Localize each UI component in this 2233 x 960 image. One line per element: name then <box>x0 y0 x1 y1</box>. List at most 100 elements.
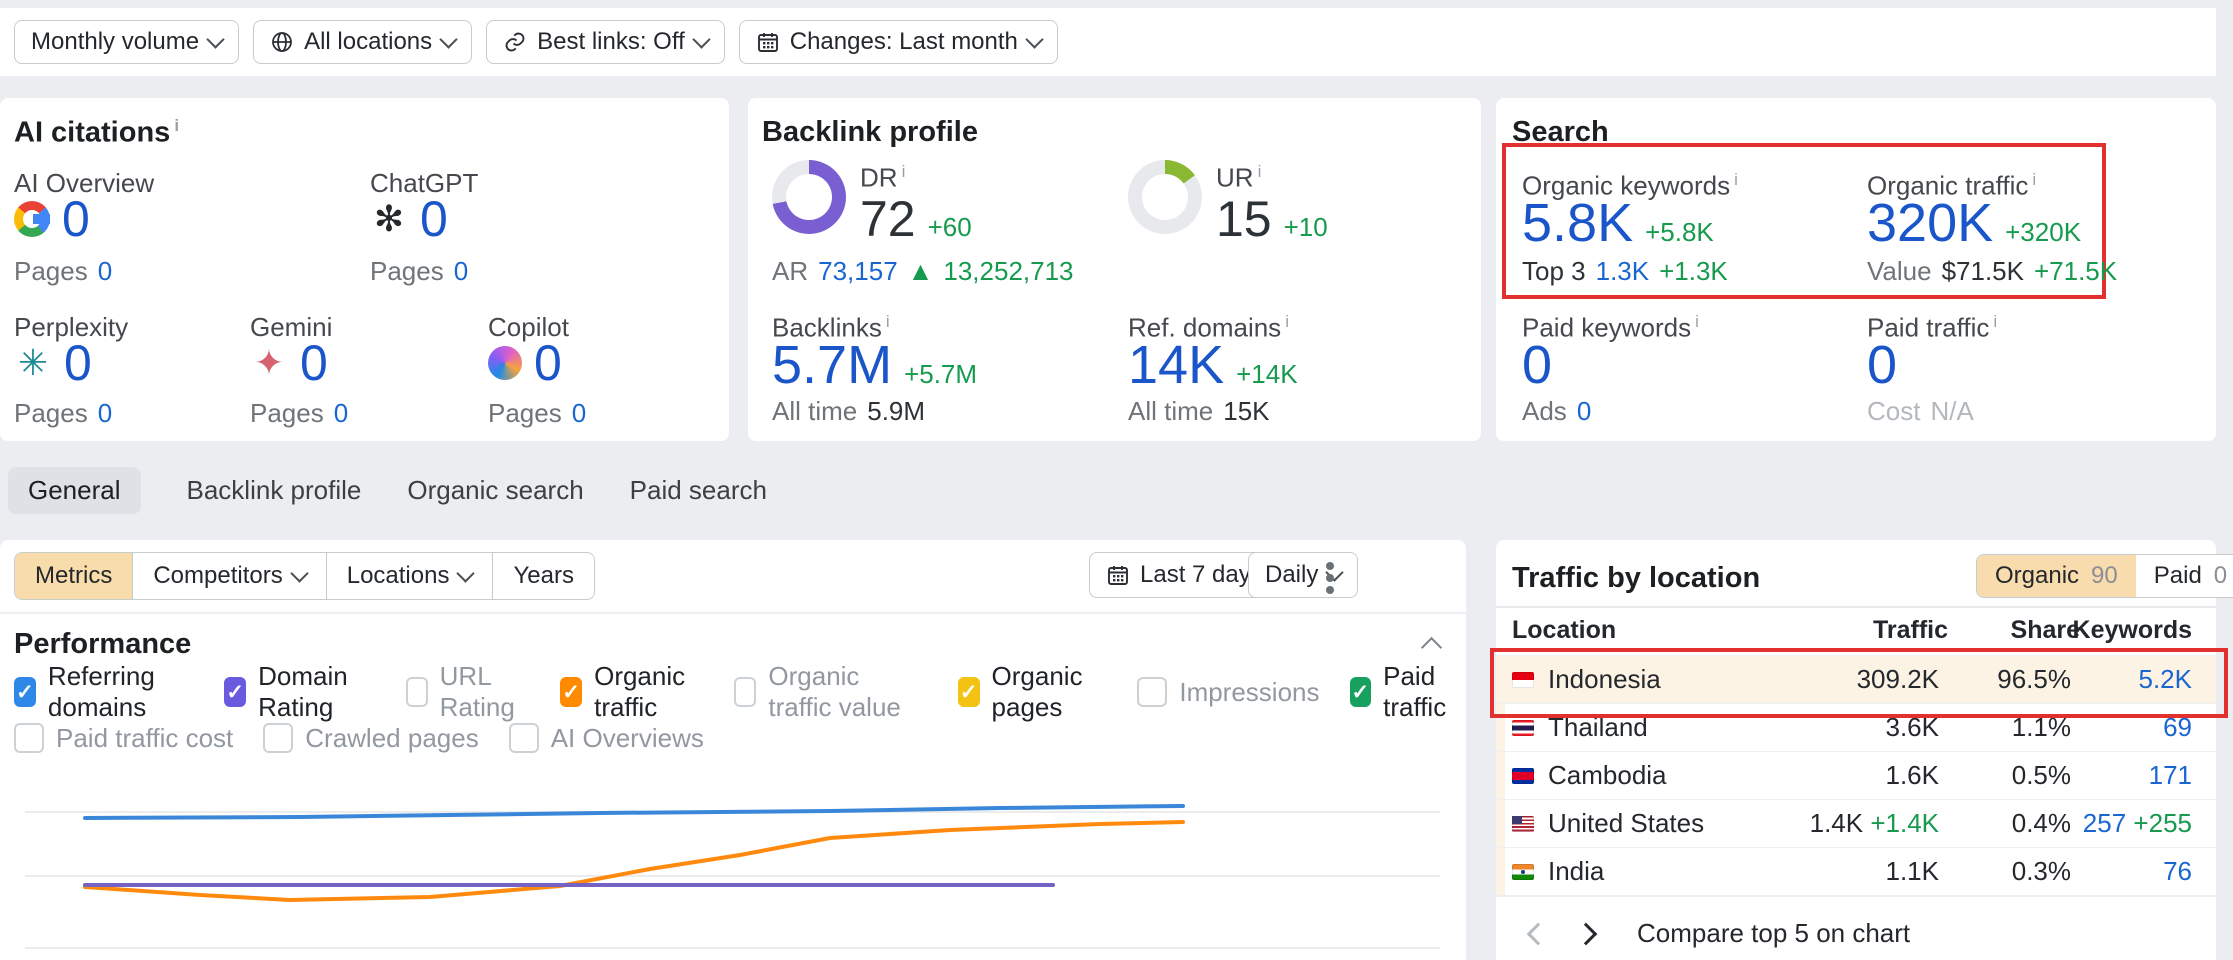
traffic-value-row: Value$71.5K+71.5K <box>1867 256 2117 287</box>
location-row-thailand[interactable]: Thailand 3.6K 1.1% 69 <box>1496 703 2216 751</box>
info-icon[interactable]: i <box>902 162 906 181</box>
segment-metrics[interactable]: Metrics <box>15 553 133 599</box>
location-row-india[interactable]: India 1.1K 0.3% 76 <box>1496 847 2216 895</box>
link-icon <box>503 30 527 54</box>
metric-checkbox-url-rating[interactable]: URL Rating <box>406 661 530 723</box>
share-value: 1.1% <box>1939 712 2071 743</box>
ar-delta: 13,252,713 <box>943 256 1073 287</box>
ai-overview-pages-link[interactable]: 0 <box>98 256 112 287</box>
changes-dropdown[interactable]: Changes: Last month <box>739 20 1058 64</box>
metric-checkbox-organic-pages[interactable]: ✓ Organic pages <box>958 661 1108 723</box>
kebab-menu-icon[interactable] <box>1326 562 1334 570</box>
checkbox-icon[interactable]: ✓ <box>560 677 582 707</box>
copilot-pages-link[interactable]: 0 <box>572 398 586 429</box>
organic-keywords-value-link[interactable]: 5.8K <box>1522 196 1633 250</box>
info-icon[interactable]: i <box>1734 170 1738 189</box>
info-icon[interactable]: i <box>886 312 890 331</box>
traffic-by-location-card: Traffic by location Organic90 Paid0 Loca… <box>1496 540 2216 960</box>
keywords-value: 171 <box>2071 760 2216 791</box>
col-keywords: Keywords <box>2073 616 2192 645</box>
google-g-icon <box>14 201 50 237</box>
checkbox-icon[interactable]: ✓ <box>224 677 246 707</box>
info-icon[interactable]: i <box>1285 312 1289 331</box>
metric-checkbox-domain-rating[interactable]: ✓ Domain Rating <box>224 661 376 723</box>
segment-years[interactable]: Years <box>493 553 594 599</box>
ref-domains-delta: +14K <box>1236 359 1297 390</box>
chevron-right-icon[interactable] <box>1575 923 1598 946</box>
increase-arrow-icon: ▲ <box>908 256 934 287</box>
ads-row: Ads0 <box>1522 396 1591 427</box>
dr-label: DRi <box>860 162 905 194</box>
metric-checkbox-organic-traffic[interactable]: ✓ Organic traffic <box>560 661 704 723</box>
chevron-down-icon <box>439 30 457 48</box>
search-card: Search Organic keywordsi 5.8K+5.8K Top 3… <box>1496 98 2216 441</box>
keywords-link[interactable]: 171 <box>2149 760 2192 790</box>
info-icon[interactable]: i <box>174 116 179 135</box>
dashboard-page: Monthly volume All locations Best links:… <box>0 0 2233 960</box>
ur-label: URi <box>1216 162 1261 194</box>
flag-icon-india <box>1512 864 1534 880</box>
toggle-paid[interactable]: Paid0 <box>2136 555 2233 597</box>
metric-checkbox-referring-domains[interactable]: ✓ Referring domains <box>14 661 194 723</box>
checkbox-icon[interactable]: ✓ <box>1350 677 1372 707</box>
segment-locations[interactable]: Locations <box>327 553 494 599</box>
chatgpt-citations-link[interactable]: 0 <box>420 194 448 244</box>
checkbox-icon[interactable]: ✓ <box>958 677 980 707</box>
top3-value-link[interactable]: 1.3K <box>1596 256 1650 287</box>
metric-checkbox-impressions[interactable]: Impressions <box>1137 677 1319 708</box>
toggle-organic[interactable]: Organic90 <box>1977 555 2136 597</box>
keywords-link[interactable]: 5.2K <box>2139 664 2193 694</box>
gemini-citations-link[interactable]: 0 <box>300 338 328 388</box>
checkbox-icon[interactable] <box>406 677 428 707</box>
ads-value-link[interactable]: 0 <box>1577 396 1591 427</box>
organic-traffic-value-link[interactable]: 320K <box>1867 196 1993 250</box>
location-row-united-states[interactable]: United States 1.4K +1.4K 0.4% 257 +255 <box>1496 799 2216 847</box>
info-icon[interactable]: i <box>1993 312 1997 331</box>
ref-domains-value-link[interactable]: 14K <box>1128 338 1224 392</box>
col-location: Location <box>1512 616 1616 645</box>
flag-icon-united-states <box>1512 816 1534 832</box>
globe-icon <box>270 30 294 54</box>
backlinks-value-link[interactable]: 5.7M <box>772 338 892 392</box>
all-locations-dropdown[interactable]: All locations <box>253 20 472 64</box>
chevron-up-icon[interactable] <box>1421 637 1442 658</box>
ai-citations-card: AI citationsi AI Overview 0 Pages 0ChatG… <box>0 98 729 441</box>
tab-paid-search[interactable]: Paid search <box>630 475 767 506</box>
dr-delta: +60 <box>928 212 972 243</box>
perplexity-citations-link[interactable]: 0 <box>64 338 92 388</box>
paid-traffic-value-link[interactable]: 0 <box>1867 338 1897 392</box>
info-icon[interactable]: i <box>1258 162 1262 181</box>
best-links-dropdown[interactable]: Best links: Off <box>486 20 725 64</box>
perplexity-pages-link[interactable]: 0 <box>98 398 112 429</box>
chatgpt-pages-link[interactable]: 0 <box>454 256 468 287</box>
dr-value: 72 <box>860 194 916 244</box>
paid-keywords-value-link[interactable]: 0 <box>1522 338 1552 392</box>
keywords-link[interactable]: 257 <box>2083 808 2126 838</box>
ai-overview-citations-link[interactable]: 0 <box>62 194 90 244</box>
info-icon[interactable]: i <box>2032 170 2036 189</box>
openai-icon: ✻ <box>370 200 408 238</box>
granularity-dropdown[interactable]: Daily <box>1248 552 1358 598</box>
share-value: 0.4% <box>1939 808 2071 839</box>
info-icon[interactable]: i <box>1695 312 1699 331</box>
segment-competitors[interactable]: Competitors <box>133 553 326 599</box>
chevron-left-icon[interactable] <box>1527 923 1550 946</box>
tab-backlink-profile[interactable]: Backlink profile <box>187 475 362 506</box>
location-row-indonesia[interactable]: Indonesia 309.2K 96.5% 5.2K <box>1496 655 2216 703</box>
tab-organic-search[interactable]: Organic search <box>407 475 583 506</box>
checkbox-icon[interactable] <box>734 677 756 707</box>
metric-checkbox-organic-traffic-value[interactable]: Organic traffic value <box>734 661 927 723</box>
checkbox-icon[interactable]: ✓ <box>14 677 36 707</box>
keywords-link[interactable]: 76 <box>2163 856 2192 886</box>
keywords-link[interactable]: 69 <box>2163 712 2192 742</box>
ar-value-link[interactable]: 73,157 <box>818 256 898 287</box>
checkbox-icon[interactable] <box>1137 677 1167 707</box>
flag-icon-cambodia <box>1512 768 1534 784</box>
copilot-citations-link[interactable]: 0 <box>534 338 562 388</box>
location-row-cambodia[interactable]: Cambodia 1.6K 0.5% 171 <box>1496 751 2216 799</box>
monthly-volume-dropdown[interactable]: Monthly volume <box>14 20 239 64</box>
chevron-down-icon <box>206 30 224 48</box>
metric-checkbox-paid-traffic[interactable]: ✓ Paid traffic <box>1350 661 1466 723</box>
tab-general[interactable]: General <box>8 467 141 514</box>
gemini-pages-link[interactable]: 0 <box>334 398 348 429</box>
